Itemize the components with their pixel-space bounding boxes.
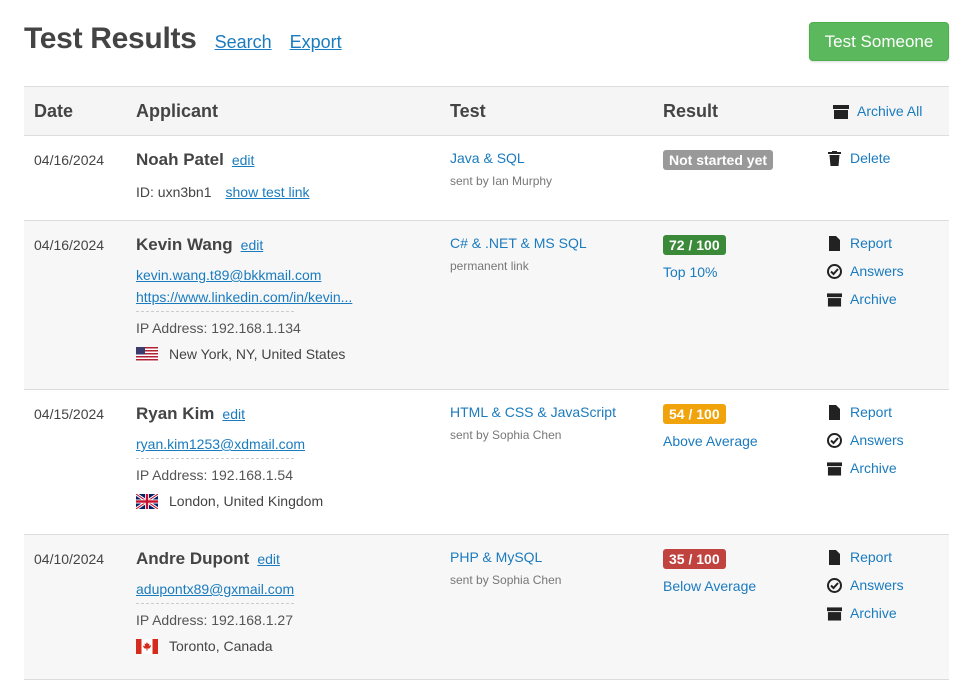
table-row: 04/10/2024 Andre Dupont edit adupontx89@g… xyxy=(24,534,949,680)
test-name-link[interactable]: PHP & MySQL xyxy=(450,549,643,565)
test-sent-by: sent by Sophia Chen xyxy=(450,428,562,442)
archive-icon xyxy=(827,292,842,307)
edit-link[interactable]: edit xyxy=(241,237,264,253)
column-header-test: Test xyxy=(440,86,653,136)
answers-label: Answers xyxy=(850,577,904,593)
divider xyxy=(136,311,294,312)
archive-button[interactable]: Archive xyxy=(827,291,939,307)
report-label: Report xyxy=(850,404,893,420)
answers-label: Answers xyxy=(850,432,904,448)
answers-button[interactable]: Answers xyxy=(827,263,939,279)
applicant-name: Andre Dupont xyxy=(136,549,250,568)
archive-label: Archive xyxy=(850,291,897,307)
table-header-row: Date Applicant Test Result Archive All xyxy=(24,86,949,136)
show-test-link[interactable]: show test link xyxy=(226,184,310,200)
archive-label: Archive xyxy=(850,460,897,476)
archive-label: Archive xyxy=(850,605,897,621)
report-label: Report xyxy=(850,235,893,251)
edit-link[interactable]: edit xyxy=(222,406,245,422)
report-button[interactable]: Report xyxy=(827,404,939,420)
divider xyxy=(136,603,294,604)
delete-label: Delete xyxy=(850,150,891,166)
test-name-link[interactable]: HTML & CSS & JavaScript xyxy=(450,404,643,420)
archive-all-label: Archive All xyxy=(857,103,923,119)
ip-address: IP Address: 192.168.1.54 xyxy=(136,467,293,483)
file-icon xyxy=(829,235,840,251)
column-header-result: Result xyxy=(653,86,823,136)
ip-address: IP Address: 192.168.1.134 xyxy=(136,320,301,336)
check-circle-icon xyxy=(827,577,842,593)
report-button[interactable]: Report xyxy=(827,235,939,251)
answers-label: Answers xyxy=(850,263,904,279)
test-name-link[interactable]: C# & .NET & MS SQL xyxy=(450,235,643,251)
us-flag-icon xyxy=(136,346,158,362)
archive-button[interactable]: Archive xyxy=(827,460,939,476)
result-rank[interactable]: Above Average xyxy=(663,433,813,449)
test-name-link[interactable]: Java & SQL xyxy=(450,150,643,166)
email-link[interactable]: ryan.kim1253@xdmail.com xyxy=(136,436,305,452)
results-table: Date Applicant Test Result Archive All 0… xyxy=(24,86,949,680)
search-link[interactable]: Search xyxy=(215,32,272,53)
score-badge: 35 / 100 xyxy=(663,549,726,569)
page-header: Test Results Search Export xyxy=(24,22,360,56)
test-sent-by: sent by Sophia Chen xyxy=(450,573,562,587)
export-link[interactable]: Export xyxy=(290,32,342,53)
table-row: 04/16/2024 Kevin Wang edit kevin.wang.t89… xyxy=(24,220,949,390)
test-someone-button[interactable]: Test Someone xyxy=(809,22,949,61)
uk-flag-icon xyxy=(136,493,158,509)
row-date: 04/15/2024 xyxy=(34,406,105,422)
test-sent-by: permanent link xyxy=(450,259,529,273)
score-badge: 72 / 100 xyxy=(663,235,726,255)
applicant-name: Noah Patel xyxy=(136,150,224,169)
trash-icon xyxy=(828,150,841,166)
column-header-actions: Archive All xyxy=(823,86,949,136)
row-date: 04/10/2024 xyxy=(34,551,105,567)
archive-icon xyxy=(827,606,842,621)
location: London, United Kingdom xyxy=(169,493,324,509)
check-circle-icon xyxy=(827,263,842,279)
page-title: Test Results xyxy=(24,22,197,55)
applicant-name: Kevin Wang xyxy=(136,235,233,254)
answers-button[interactable]: Answers xyxy=(827,577,939,593)
score-badge: 54 / 100 xyxy=(663,404,726,424)
applicant-id: ID: uxn3bn1 xyxy=(136,184,212,200)
archive-icon xyxy=(833,104,849,119)
report-button[interactable]: Report xyxy=(827,549,939,565)
email-link[interactable]: kevin.wang.t89@bkkmail.com xyxy=(136,267,321,283)
test-sent-by: sent by Ian Murphy xyxy=(450,174,553,188)
ip-address: IP Address: 192.168.1.27 xyxy=(136,612,293,628)
applicant-name: Ryan Kim xyxy=(136,404,215,423)
status-badge: Not started yet xyxy=(663,150,774,170)
report-label: Report xyxy=(850,549,893,565)
archive-button[interactable]: Archive xyxy=(827,605,939,621)
delete-button[interactable]: Delete xyxy=(827,150,939,166)
column-header-date: Date xyxy=(24,86,126,136)
row-date: 04/16/2024 xyxy=(34,152,105,168)
divider xyxy=(136,458,294,459)
check-circle-icon xyxy=(827,432,842,448)
column-header-applicant: Applicant xyxy=(126,86,440,136)
result-rank[interactable]: Below Average xyxy=(663,578,813,594)
location: Toronto, Canada xyxy=(169,638,273,654)
location: New York, NY, United States xyxy=(169,346,346,362)
canada-flag-icon xyxy=(136,638,158,654)
file-icon xyxy=(829,404,840,420)
table-row: 04/16/2024 Noah Patel edit ID: uxn3bn1 sho… xyxy=(24,135,949,221)
archive-icon xyxy=(827,461,842,476)
edit-link[interactable]: edit xyxy=(232,152,255,168)
edit-link[interactable]: edit xyxy=(257,551,280,567)
email-link[interactable]: adupontx89@gxmail.com xyxy=(136,581,294,597)
row-date: 04/16/2024 xyxy=(34,237,105,253)
linkedin-link[interactable]: https://www.linkedin.com/in/kevin... xyxy=(136,289,352,305)
archive-all-button[interactable]: Archive All xyxy=(833,103,939,119)
file-icon xyxy=(829,549,840,565)
answers-button[interactable]: Answers xyxy=(827,432,939,448)
result-rank[interactable]: Top 10% xyxy=(663,264,813,280)
table-row: 04/15/2024 Ryan Kim edit ryan.kim1253@xdm… xyxy=(24,389,949,535)
